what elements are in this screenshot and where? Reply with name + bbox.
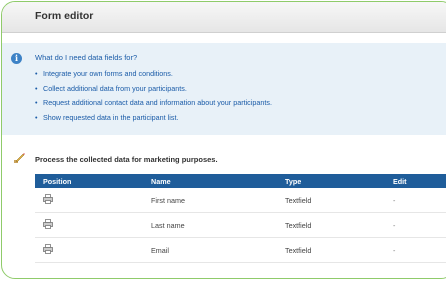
position-cell <box>35 237 143 263</box>
de-cell: No <box>438 237 446 263</box>
info-item-text: Request additional contact data and info… <box>43 98 272 107</box>
type-cell: Textfield <box>277 188 385 213</box>
de-cell: No <box>438 212 446 238</box>
column-header-type[interactable]: Type <box>277 174 385 188</box>
column-header-edit[interactable]: Edit <box>385 174 438 188</box>
type-cell: Textfield <box>277 237 385 263</box>
edit-cell: - <box>385 188 438 213</box>
process-data-label: Process the collected data for marketing… <box>35 155 218 164</box>
info-list-item: • Integrate your own forms and conditions… <box>35 67 272 82</box>
table-header-row: Position Name Type Edit De <box>35 174 446 188</box>
bullet-icon: • <box>35 83 38 93</box>
type-cell: Textfield <box>277 212 385 238</box>
table-row[interactable]: Last name Textfield - No <box>35 212 446 238</box>
name-cell: Last name <box>143 212 277 238</box>
de-cell: No <box>438 188 446 213</box>
bullet-icon: • <box>35 98 38 107</box>
position-cell <box>35 212 143 238</box>
bullet-icon: • <box>35 112 38 122</box>
position-cell <box>35 188 143 213</box>
column-header-de[interactable]: De <box>438 174 446 188</box>
info-list: • Integrate your own forms and conditions… <box>35 67 272 125</box>
column-header-name[interactable]: Name <box>143 174 277 188</box>
info-list-item: • Request additional contact data and inf… <box>35 96 272 111</box>
info-item-text: Integrate your own forms and conditions. <box>43 69 173 78</box>
bullet-icon: • <box>35 69 38 78</box>
print-icon[interactable] <box>43 194 53 204</box>
table-row[interactable]: Email Textfield - No <box>35 237 446 263</box>
edit-cell: - <box>385 212 438 238</box>
panel-header: Form editor <box>2 2 446 33</box>
info-question: What do I need data fields for? <box>35 53 138 62</box>
info-box: i What do I need data fields for? • Integ… <box>2 43 446 135</box>
name-cell: Email <box>143 237 277 263</box>
info-item-text: Collect additional data from your partic… <box>43 83 187 93</box>
table-row[interactable]: First name Textfield - No <box>35 188 446 213</box>
info-list-item: • Collect additional data from your parti… <box>35 82 272 97</box>
info-circle-icon: i <box>11 53 22 64</box>
name-cell: First name <box>143 188 277 213</box>
pencil-icon <box>14 153 25 163</box>
print-icon[interactable] <box>43 244 53 254</box>
form-editor-panel: Form editor i What do I need data fields… <box>1 1 446 279</box>
print-icon[interactable] <box>43 219 53 229</box>
column-header-position[interactable]: Position <box>35 174 143 188</box>
info-list-item: • Show requested data in the participant … <box>35 111 272 126</box>
info-item-text: Show requested data in the participant l… <box>43 112 179 122</box>
data-fields-table: Position Name Type Edit De First name Te… <box>35 174 446 263</box>
edit-cell: - <box>385 237 438 263</box>
page-title: Form editor <box>35 10 94 22</box>
